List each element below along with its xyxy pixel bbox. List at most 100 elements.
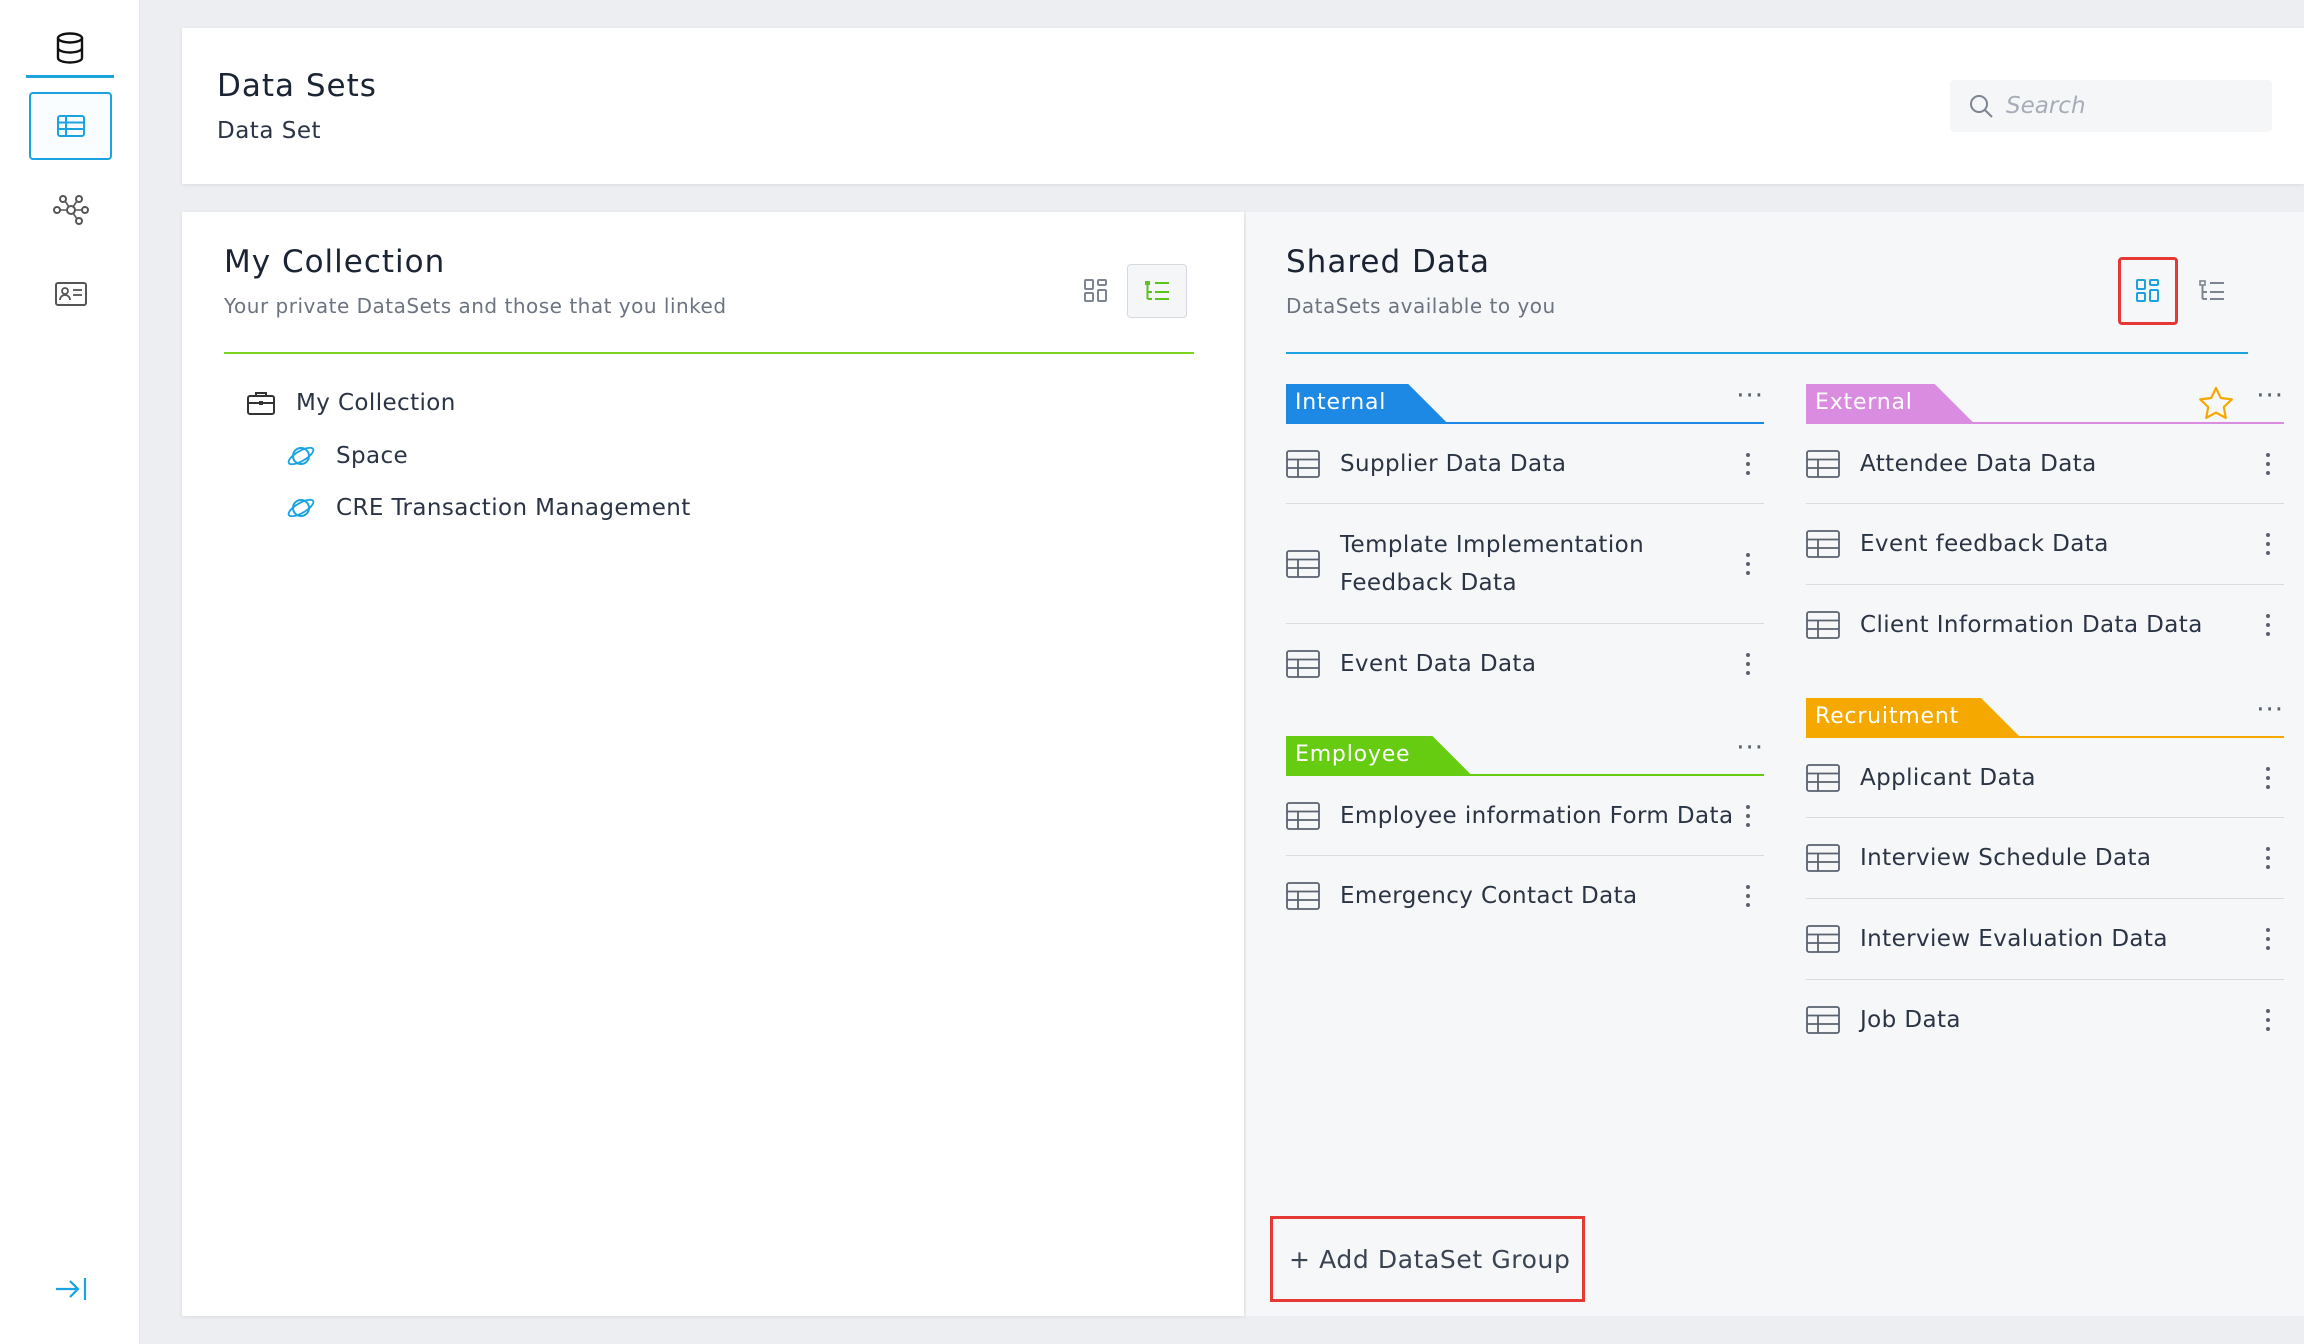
group-tag: External (1806, 384, 1973, 422)
dataset-label: Supplier Data Data (1340, 450, 1567, 477)
table-icon (1806, 449, 1840, 478)
dataset-row[interactable]: Interview Evaluation Data (1806, 899, 2284, 980)
grid-view-button[interactable] (1066, 264, 1126, 318)
tree-node-cre-transaction-management[interactable]: CRE Transaction Management (286, 494, 691, 522)
tree-view-icon (2199, 280, 2224, 300)
group-employee: Employee ··· Employee information Form D… (1286, 735, 1764, 936)
dataset-row[interactable]: Event feedback Data (1806, 504, 2284, 585)
tree-view-icon (1145, 281, 1169, 300)
my-collection-panel: My Collection Your private DataSets and … (182, 212, 1244, 1316)
dataset-label: Event Data Data (1340, 651, 1537, 677)
group-recruitment: Recruitment ··· Applicant Data Interview… (1806, 697, 2284, 1060)
tree-node-label: Space (336, 443, 409, 469)
star-icon[interactable] (2198, 386, 2234, 420)
contact-card-icon (54, 282, 87, 306)
dataset-label: Interview Schedule Data (1860, 845, 2152, 871)
sidebar-item-contacts[interactable] (29, 260, 112, 328)
briefcase-icon (247, 392, 275, 415)
grid-view-button[interactable] (2118, 257, 2178, 325)
more-options-icon[interactable] (1738, 452, 1758, 475)
sidebar-item-datasets[interactable] (29, 92, 112, 160)
network-icon (52, 195, 89, 225)
table-icon (1286, 449, 1320, 478)
group-external: External ··· Attendee Data Data Event fe… (1806, 383, 2284, 665)
dataset-label: Employee information Form Data (1340, 802, 1734, 829)
group-menu-button[interactable]: ··· (1736, 383, 1764, 409)
dataset-label: Interview Evaluation Data (1860, 926, 2168, 952)
group-menu-button[interactable]: ··· (2256, 697, 2284, 723)
table-icon (1806, 844, 1840, 872)
group-tag: Recruitment (1806, 698, 2019, 736)
my-collection-title: My Collection (224, 244, 446, 280)
collapse-arrow-icon (55, 1278, 86, 1300)
table-icon (1806, 925, 1840, 953)
dataset-label: Attendee Data Data (1860, 450, 2097, 477)
tree-node-my-collection[interactable]: My Collection (246, 390, 456, 416)
dataset-label: Event feedback Data (1860, 531, 2109, 557)
add-dataset-group-button[interactable]: + Add DataSet Group (1270, 1216, 1585, 1302)
grid-view-icon (1084, 279, 1107, 302)
shared-data-title: Shared Data (1286, 244, 1491, 280)
dataset-row[interactable]: Applicant Data (1806, 738, 2284, 818)
more-options-icon[interactable] (2258, 533, 2278, 555)
dataset-row[interactable]: Client Information Data Data (1806, 585, 2284, 665)
more-options-icon[interactable] (2258, 452, 2278, 475)
more-options-icon[interactable] (1738, 653, 1758, 675)
more-options-icon[interactable] (2258, 766, 2278, 789)
table-icon (1286, 549, 1320, 578)
table-icon (1806, 530, 1840, 558)
table-icon (1286, 882, 1320, 910)
dataset-label: Template Implementation Feedback Data (1340, 531, 1645, 596)
more-options-icon[interactable] (2258, 614, 2278, 636)
dataset-row[interactable]: Template Implementation Feedback Data (1286, 504, 1764, 624)
dataset-row[interactable]: Interview Schedule Data (1806, 818, 2284, 899)
dataset-row[interactable]: Event Data Data (1286, 624, 1764, 704)
more-options-icon[interactable] (1738, 552, 1758, 575)
more-options-icon[interactable] (1738, 804, 1758, 827)
breadcrumb: Data Set (217, 118, 321, 144)
collapse-sidebar-button[interactable] (29, 1254, 112, 1324)
dataset-row[interactable]: Supplier Data Data (1286, 424, 1764, 504)
my-collection-underline (224, 352, 1194, 354)
page-title: Data Sets (217, 68, 377, 104)
dataset-row[interactable]: Employee information Form Data (1286, 776, 1764, 856)
group-tag: Internal (1286, 384, 1446, 422)
dataset-row[interactable]: Attendee Data Data (1806, 424, 2284, 504)
group-menu-button[interactable]: ··· (1736, 735, 1764, 761)
dataset-row[interactable]: Job Data (1806, 980, 2284, 1060)
table-icon (1806, 611, 1840, 639)
tree-view-button[interactable] (1127, 264, 1187, 318)
dataset-label: Job Data (1860, 1007, 1961, 1033)
search-icon (1970, 95, 1993, 118)
group-internal: Internal ··· Supplier Data Data Template… (1286, 383, 1764, 704)
table-icon (1286, 801, 1320, 830)
tree-node-label: CRE Transaction Management (336, 495, 691, 521)
sidebar-item-network[interactable] (29, 176, 112, 244)
tree-node-label: My Collection (296, 390, 456, 416)
search-input[interactable] (2006, 93, 2246, 119)
more-options-icon[interactable] (2258, 1009, 2278, 1031)
group-menu-button[interactable]: ··· (2256, 383, 2284, 409)
group-tag: Employee (1286, 736, 1470, 774)
table-icon (1806, 1006, 1840, 1034)
table-icon (1286, 650, 1320, 678)
database-icon[interactable] (26, 20, 114, 78)
dataset-row[interactable]: Emergency Contact Data (1286, 856, 1764, 936)
more-options-icon[interactable] (2258, 847, 2278, 869)
my-collection-subtitle: Your private DataSets and those that you… (224, 294, 727, 318)
search-box[interactable] (1950, 80, 2272, 132)
grid-view-icon (2136, 279, 2159, 302)
more-options-icon[interactable] (2258, 928, 2278, 950)
more-options-icon[interactable] (1738, 885, 1758, 907)
page-header: Data Sets Data Set (182, 28, 2304, 184)
dataset-label: Emergency Contact Data (1340, 883, 1638, 909)
planet-icon (287, 446, 315, 466)
table-icon (56, 115, 85, 137)
dataset-label: Client Information Data Data (1860, 612, 2203, 638)
tree-view-button[interactable] (2182, 264, 2242, 318)
tree-node-space[interactable]: Space (286, 442, 408, 470)
table-icon (1806, 763, 1840, 792)
sidebar (0, 0, 140, 1344)
dataset-label: Applicant Data (1860, 764, 2036, 791)
shared-data-underline (1286, 352, 2248, 354)
